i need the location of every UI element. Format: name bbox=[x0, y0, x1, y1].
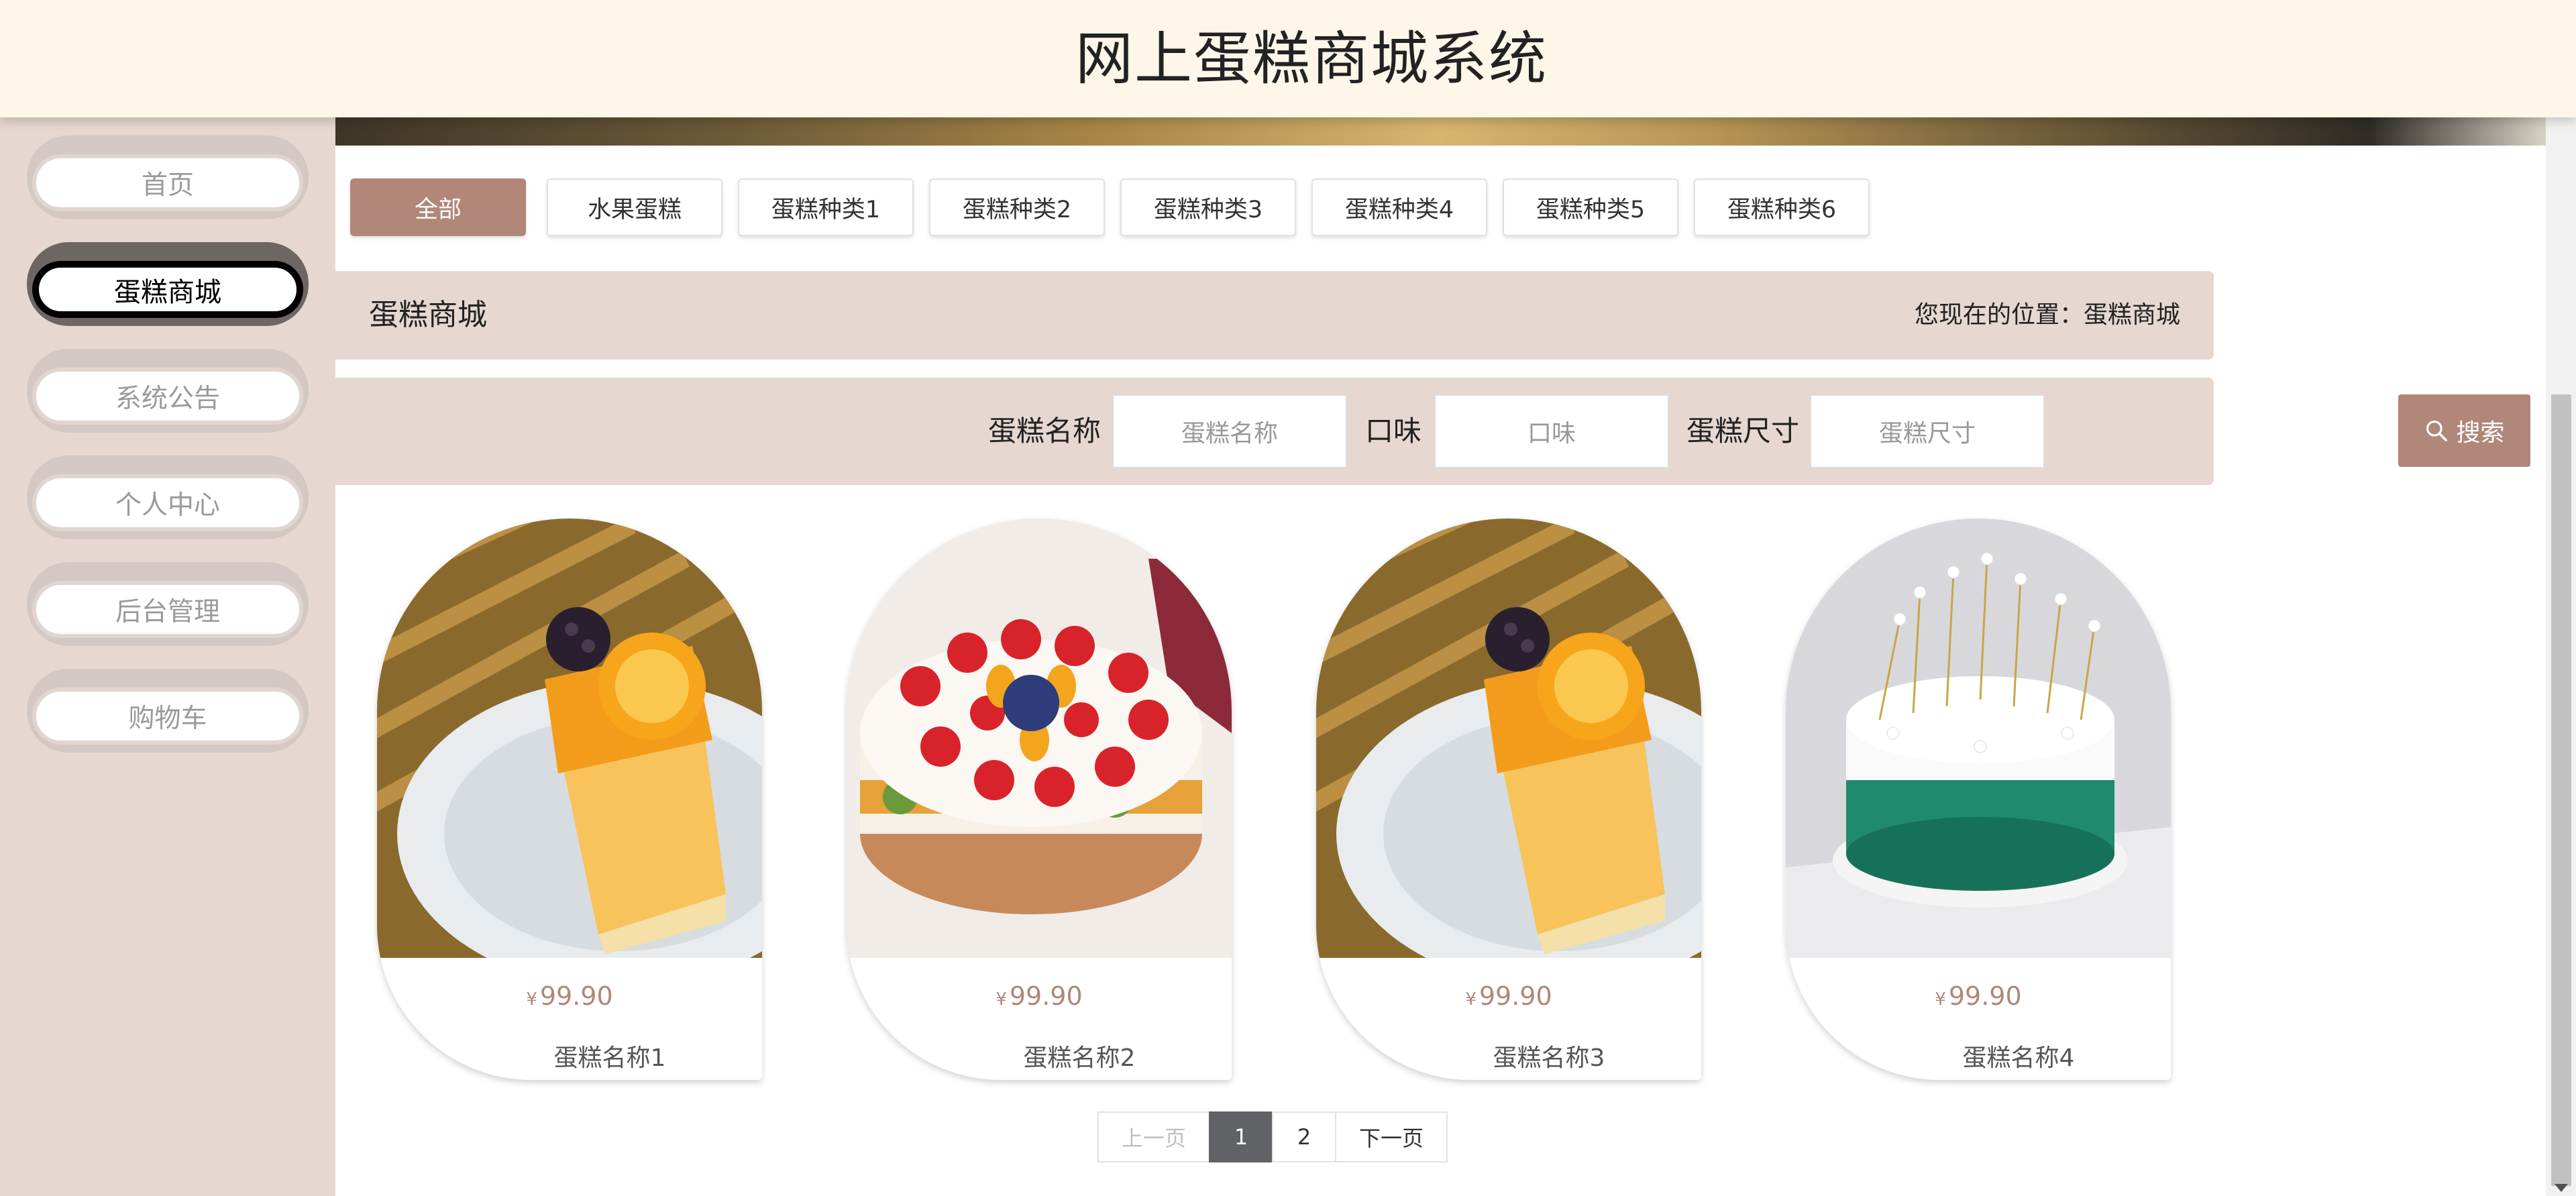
sidebar-item-cart[interactable]: 购物车 bbox=[27, 669, 309, 753]
product-card[interactable]: ¥99.90 蛋糕名称1 bbox=[377, 519, 762, 1080]
prev-page-button[interactable]: 上一页 bbox=[1097, 1111, 1210, 1162]
search-icon bbox=[2426, 420, 2448, 441]
category-type-2[interactable]: 蛋糕种类2 bbox=[929, 178, 1105, 236]
cake-size-input[interactable]: 蛋糕尺寸 bbox=[1810, 394, 2045, 468]
section-title-bar: 蛋糕商城 您现在的位置：蛋糕商城 bbox=[335, 271, 2214, 360]
product-price: ¥99.90 bbox=[526, 981, 613, 1011]
sidebar-item-home[interactable]: 首页 bbox=[27, 135, 309, 219]
fruit-cake-image bbox=[847, 519, 1232, 958]
product-name: 蛋糕名称4 bbox=[1962, 1044, 2075, 1072]
breadcrumb: 您现在的位置：蛋糕商城 bbox=[1914, 301, 2180, 329]
sidebar-item-label: 后台管理 bbox=[32, 581, 303, 638]
site-title: 网上蛋糕商城系统 bbox=[1075, 25, 1548, 93]
category-type-6[interactable]: 蛋糕种类6 bbox=[1694, 178, 1870, 236]
cake-size-label: 蛋糕尺寸 bbox=[1686, 415, 1800, 447]
sidebar-item-label: 蛋糕商城 bbox=[32, 261, 303, 318]
category-type-3[interactable]: 蛋糕种类3 bbox=[1120, 178, 1296, 236]
category-type-1[interactable]: 蛋糕种类1 bbox=[738, 178, 914, 236]
product-name: 蛋糕名称1 bbox=[553, 1044, 666, 1072]
product-name: 蛋糕名称2 bbox=[1023, 1044, 1136, 1072]
product-price: ¥99.90 bbox=[1935, 981, 2022, 1011]
scrollbar-thumb[interactable] bbox=[2551, 394, 2571, 1186]
banner-image bbox=[335, 117, 2546, 146]
search-bar: 蛋糕名称 蛋糕名称 口味 口味 蛋糕尺寸 蛋糕尺寸 搜索 bbox=[335, 378, 2530, 485]
sidebar-item-admin[interactable]: 后台管理 bbox=[27, 562, 309, 646]
sidebar: 首页 蛋糕商城 系统公告 个人中心 后台管理 购物车 bbox=[0, 117, 335, 1196]
page-button-1[interactable]: 1 bbox=[1209, 1111, 1273, 1162]
sidebar-item-label: 系统公告 bbox=[32, 368, 303, 425]
search-button-label: 搜索 bbox=[2456, 419, 2505, 447]
sidebar-item-label: 首页 bbox=[32, 154, 303, 211]
site-header: 网上蛋糕商城系统 bbox=[0, 0, 2576, 117]
category-all[interactable]: 全部 bbox=[350, 178, 526, 236]
flavor-input[interactable]: 口味 bbox=[1434, 394, 1669, 468]
product-price: ¥99.90 bbox=[1465, 981, 1552, 1011]
category-fruit-cake[interactable]: 水果蛋糕 bbox=[547, 178, 722, 236]
product-price: ¥99.90 bbox=[996, 981, 1083, 1011]
product-card[interactable]: ¥99.90 蛋糕名称3 bbox=[1316, 519, 1701, 1080]
category-type-5[interactable]: 蛋糕种类5 bbox=[1503, 178, 1678, 236]
sidebar-item-cake-mall[interactable]: 蛋糕商城 bbox=[27, 242, 309, 326]
sidebar-item-label: 购物车 bbox=[32, 688, 303, 745]
orange-cake-slice-image bbox=[1316, 519, 1701, 958]
sidebar-item-label: 个人中心 bbox=[32, 474, 303, 531]
product-card[interactable]: ¥99.90 蛋糕名称2 bbox=[847, 519, 1232, 1080]
flavor-label: 口味 bbox=[1365, 415, 1422, 447]
sidebar-item-personal-center[interactable]: 个人中心 bbox=[27, 455, 309, 539]
section-title: 蛋糕商城 bbox=[369, 298, 487, 332]
product-name: 蛋糕名称3 bbox=[1493, 1044, 1605, 1072]
pagination: 上一页 1 2 下一页 bbox=[1097, 1111, 1448, 1162]
cake-name-label: 蛋糕名称 bbox=[988, 415, 1102, 447]
orange-cake-slice-image bbox=[377, 519, 762, 958]
next-page-button[interactable]: 下一页 bbox=[1335, 1111, 1448, 1162]
search-button[interactable]: 搜索 bbox=[2398, 394, 2530, 467]
scroll-down-arrow-icon[interactable] bbox=[2555, 1184, 2568, 1192]
page-button-2[interactable]: 2 bbox=[1272, 1111, 1336, 1162]
product-card[interactable]: ¥99.90 蛋糕名称4 bbox=[1786, 519, 2171, 1080]
crown-cake-image bbox=[1786, 519, 2171, 958]
sidebar-item-announcements[interactable]: 系统公告 bbox=[27, 349, 309, 433]
category-type-4[interactable]: 蛋糕种类4 bbox=[1311, 178, 1487, 236]
cake-name-input[interactable]: 蛋糕名称 bbox=[1112, 394, 1347, 468]
